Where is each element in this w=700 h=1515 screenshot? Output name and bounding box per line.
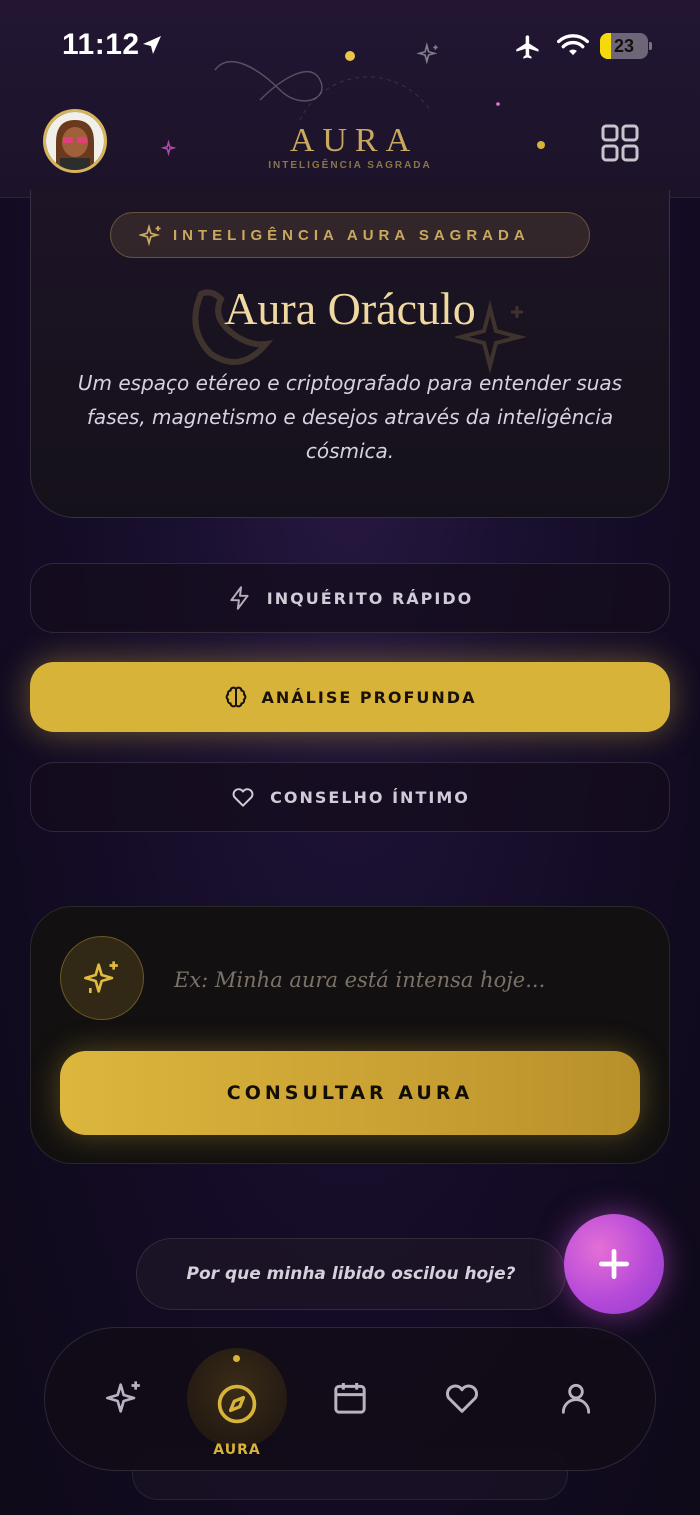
nav-item-favorites[interactable] <box>432 1368 492 1428</box>
mode-label: ANÁLISE PROFUNDA <box>261 687 477 707</box>
plus-icon <box>598 1248 630 1280</box>
heart-icon <box>445 1384 479 1413</box>
calendar-icon <box>334 1383 366 1414</box>
mode-label: INQUÉRITO RÁPIDO <box>266 588 474 608</box>
mode-label: CONSELHO ÍNTIMO <box>270 787 470 807</box>
sparkles-icon <box>106 1381 140 1413</box>
hero-badge: INTELIGÊNCIA AURA SAGRADA <box>110 212 590 258</box>
aura-query-input[interactable] <box>174 958 634 1002</box>
hero-badge-label: INTELIGÊNCIA AURA SAGRADA <box>173 227 530 244</box>
add-button[interactable] <box>564 1214 664 1314</box>
heart-icon <box>232 788 254 807</box>
suggestion-text: Por que minha libido oscilou hoje? <box>186 1264 516 1284</box>
hero-description: Um espaço etéreo e criptografado para en… <box>77 371 623 463</box>
consult-aura-button[interactable]: CONSULTAR AURA <box>60 1051 640 1135</box>
sparkles-icon <box>84 961 118 993</box>
status-time: 11:12 <box>62 28 140 61</box>
status-bar: 11:12 23 <box>0 0 700 95</box>
grid-menu-icon[interactable] <box>601 124 639 162</box>
nav-item-calendar[interactable] <box>320 1368 380 1428</box>
airplane-icon <box>516 35 539 59</box>
mode-quick-inquiry-button[interactable]: INQUÉRITO RÁPIDO <box>30 563 670 633</box>
brand-subtitle: INTELIGÊNCIA SAGRADA <box>268 160 432 171</box>
mode-deep-analysis-button[interactable]: ANÁLISE PROFUNDA <box>30 662 670 732</box>
brain-icon <box>225 686 246 708</box>
mode-intimate-advice-button[interactable]: CONSELHO ÍNTIMO <box>30 762 670 832</box>
nav-active-dot <box>233 1355 240 1362</box>
wifi-icon <box>557 34 589 56</box>
battery-level: 23 <box>613 36 635 56</box>
nav-item-sparkles[interactable] <box>94 1368 154 1428</box>
profile-icon <box>561 1383 591 1414</box>
location-arrow-icon <box>143 36 161 54</box>
nav-item-aura-label: AURA <box>213 1442 261 1458</box>
suggestion-chip[interactable]: Por que minha libido oscilou hoje? <box>136 1238 566 1310</box>
hero-title: Aura Oráculo <box>224 283 476 334</box>
sparkles-icon <box>139 224 161 247</box>
lightning-icon <box>230 586 249 610</box>
nav-item-profile[interactable] <box>546 1368 606 1428</box>
brand-title: AURA <box>289 122 419 159</box>
battery-icon: 23 <box>600 33 652 59</box>
sparkle-badge <box>60 936 144 1020</box>
nav-item-aura[interactable] <box>207 1374 267 1434</box>
compass-icon <box>217 1384 257 1424</box>
